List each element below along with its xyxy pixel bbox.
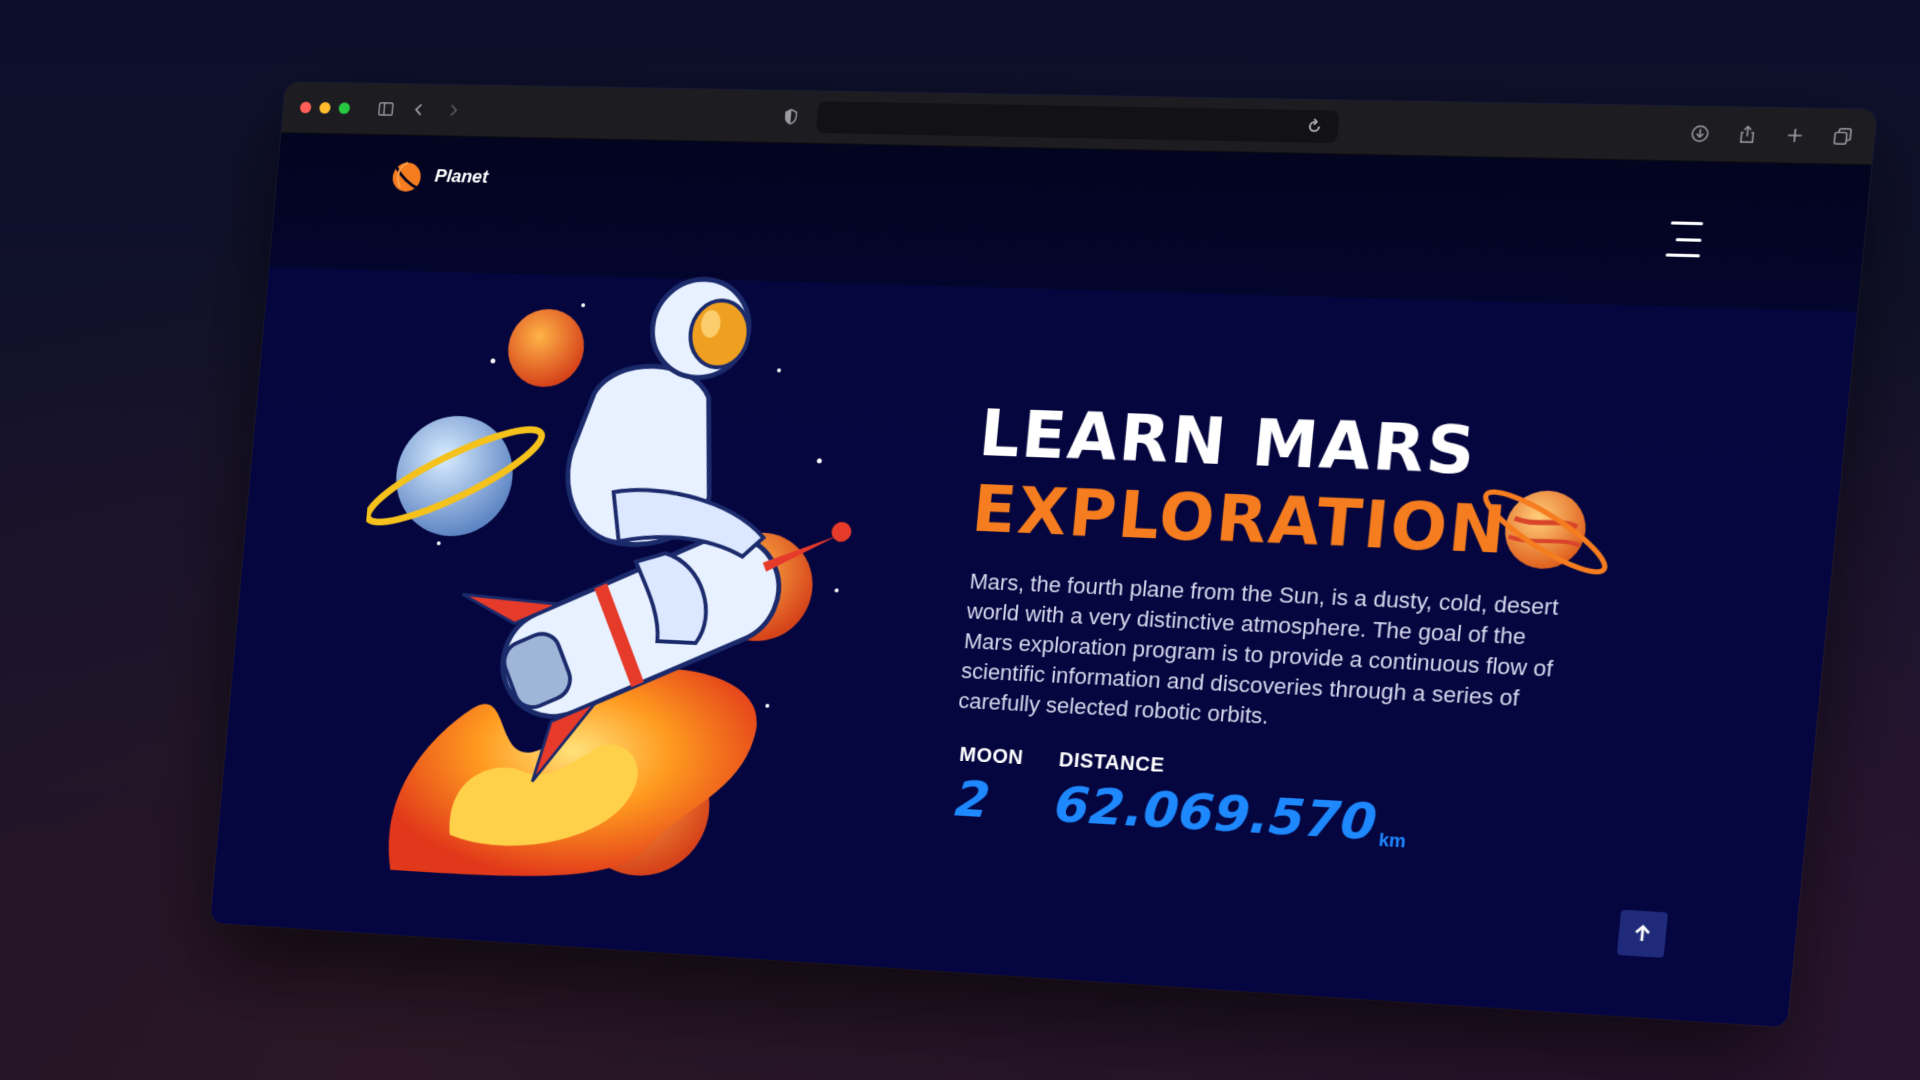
minimize-window-button[interactable] xyxy=(318,101,331,114)
forward-icon[interactable] xyxy=(442,99,464,121)
brand-name: Planet xyxy=(433,166,489,188)
distance-stat-label: DISTANCE xyxy=(1057,749,1166,777)
planet-logo-icon xyxy=(386,156,427,195)
scroll-to-top-button[interactable] xyxy=(1616,909,1669,958)
close-window-button[interactable] xyxy=(299,101,312,114)
moon-stat-label: MOON xyxy=(958,743,1025,770)
web-page: Planet LEARN MARS EXPLORATION Mars, the … xyxy=(210,132,1872,1028)
hero-description: Mars, the fourth plane from the Sun, is … xyxy=(957,568,1560,729)
site-logo[interactable]: Planet xyxy=(386,156,489,197)
ringed-planet-icon xyxy=(1466,465,1626,594)
reload-icon[interactable] xyxy=(1302,115,1327,138)
distance-stat-value: 62.069.570 xyxy=(1052,775,1380,852)
scene: Planet LEARN MARS EXPLORATION Mars, the … xyxy=(0,0,1920,1080)
download-icon[interactable] xyxy=(1687,122,1713,145)
new-tab-icon[interactable] xyxy=(1782,124,1808,147)
address-bar[interactable] xyxy=(815,101,1340,144)
distance-stat-unit: km xyxy=(1377,829,1407,852)
browser-window: Planet LEARN MARS EXPLORATION Mars, the … xyxy=(210,82,1877,1028)
astronaut-rocket-illustration xyxy=(335,251,855,892)
zoom-window-button[interactable] xyxy=(338,102,351,115)
arrow-up-icon xyxy=(1630,922,1656,946)
window-controls xyxy=(299,101,351,115)
hamburger-menu-icon[interactable] xyxy=(1661,221,1704,258)
sidebar-toggle-icon[interactable] xyxy=(375,98,397,120)
back-icon[interactable] xyxy=(408,99,430,121)
privacy-shield-icon[interactable] xyxy=(779,106,802,128)
moon-stat-value: 2 xyxy=(952,769,993,830)
toolbar-actions xyxy=(1687,122,1856,148)
tab-overview-icon[interactable] xyxy=(1830,125,1856,148)
share-icon[interactable] xyxy=(1734,123,1760,146)
